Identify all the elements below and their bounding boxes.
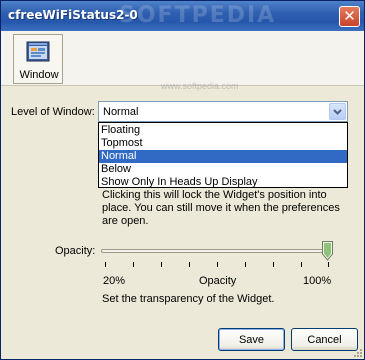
- opacity-label: Opacity:: [55, 245, 96, 257]
- level-of-window-label: Level of Window:: [11, 106, 95, 118]
- level-of-window-select[interactable]: Normal: [98, 101, 348, 122]
- dropdown-option-topmost[interactable]: Topmost: [99, 137, 347, 150]
- window-settings-icon: [26, 41, 50, 62]
- preferences-window: cfreeWiFiStatus2-0 SOFTPEDIA ✕ Window ww…: [0, 0, 365, 360]
- opacity-mid-label: Opacity: [199, 275, 237, 287]
- dropdown-option-floating[interactable]: Floating: [99, 124, 347, 137]
- dropdown-option-normal[interactable]: Normal: [99, 150, 347, 163]
- opacity-slider-thumb[interactable]: [322, 241, 333, 261]
- dropdown-option-below[interactable]: Below: [99, 163, 347, 176]
- opacity-min-label: 20%: [103, 275, 126, 287]
- opacity-slider-ticks: [105, 262, 329, 267]
- chevron-down-icon: [333, 108, 342, 115]
- level-selected-value: Normal: [103, 106, 139, 118]
- resize-grip-icon[interactable]: [352, 347, 362, 357]
- level-description: Clicking this will lock the Widget's pos…: [102, 189, 340, 227]
- close-icon: ✕: [343, 7, 356, 25]
- title-bar[interactable]: cfreeWiFiStatus2-0 SOFTPEDIA ✕: [1, 1, 364, 31]
- dropdown-arrow-button[interactable]: [329, 103, 346, 120]
- window-tab-label: Window: [19, 69, 59, 81]
- opacity-hint: Set the transparency of the Widget.: [102, 293, 275, 305]
- window-tab-button[interactable]: Window: [13, 34, 63, 84]
- opacity-slider-track[interactable]: [101, 249, 333, 253]
- close-button[interactable]: ✕: [339, 6, 360, 27]
- save-button[interactable]: Save: [218, 328, 285, 351]
- softpedia-url-watermark: www.softpedia.com: [161, 81, 239, 91]
- softpedia-watermark: SOFTPEDIA: [119, 3, 277, 28]
- dropdown-option-heads-up-display[interactable]: Show Only In Heads Up Display: [99, 176, 347, 189]
- cancel-button[interactable]: Cancel: [291, 328, 358, 351]
- preferences-toolbar: Window www.softpedia.com: [1, 31, 364, 91]
- level-dropdown-list: Floating Topmost Normal Below Show Only …: [98, 122, 348, 188]
- opacity-max-label: 100%: [303, 275, 332, 287]
